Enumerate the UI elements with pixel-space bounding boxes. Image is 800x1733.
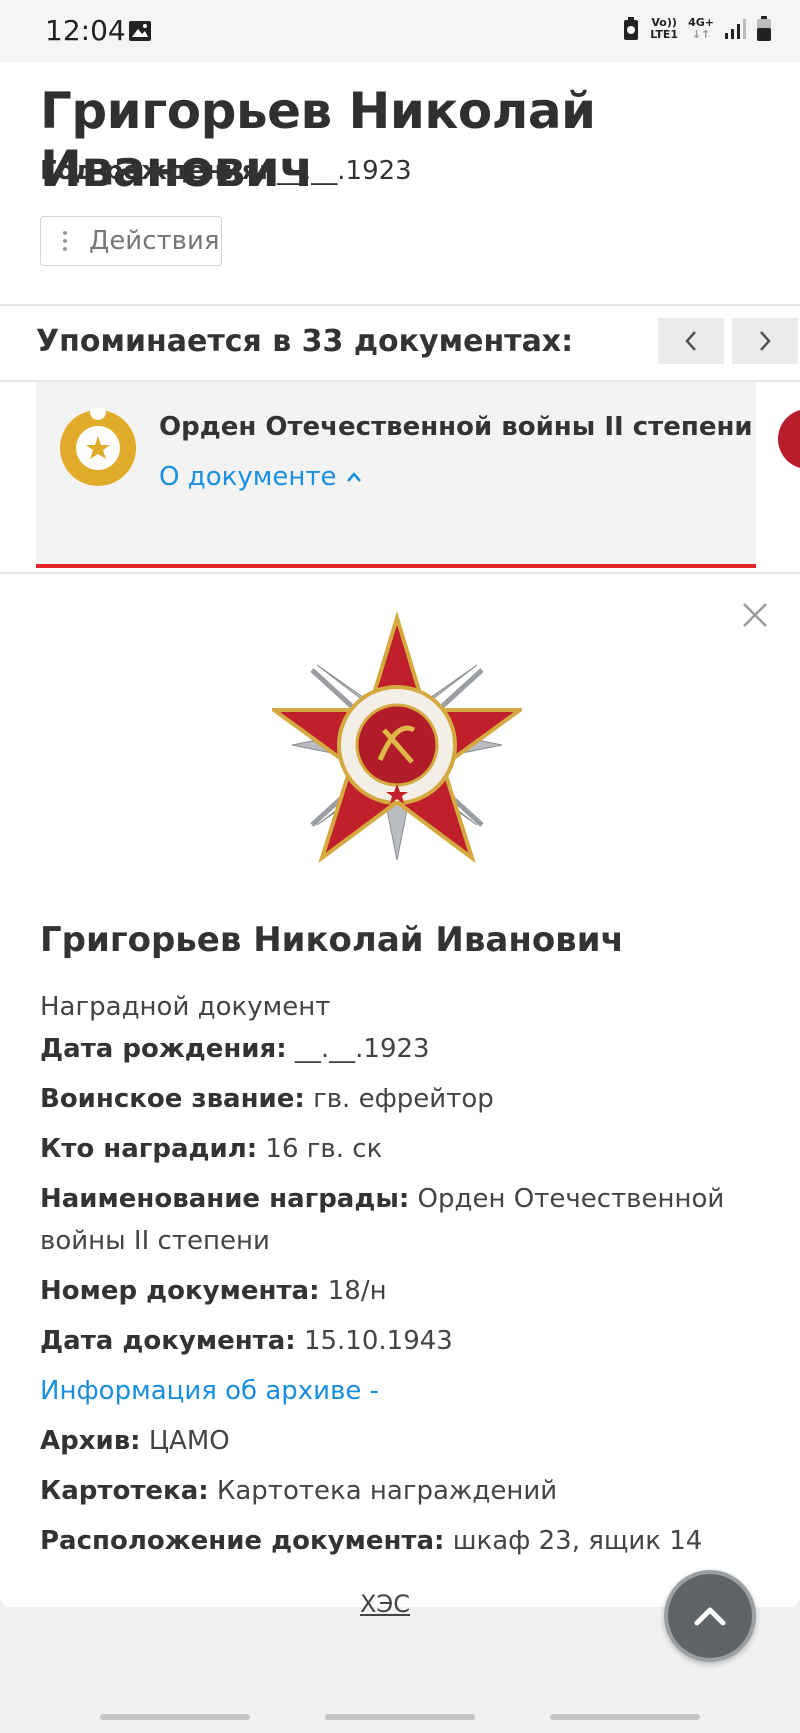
detail-label: Номер документа: <box>40 1276 320 1306</box>
detail-row-doc-date: Дата документа: 15.10.1943 <box>40 1320 760 1362</box>
detail-row-rank: Воинское звание: гв. ефрейтор <box>40 1078 760 1120</box>
battery-icon <box>757 16 771 41</box>
birth-year: Год рождения: __.__.1923 <box>40 156 412 186</box>
detail-label: Картотека: <box>40 1476 209 1506</box>
lte-label: LTE1 <box>650 28 679 41</box>
detail-label: Расположение документа: <box>40 1526 445 1556</box>
detail-value: __.__.1923 <box>294 1034 430 1064</box>
divider <box>0 304 800 306</box>
next-button[interactable] <box>732 318 798 364</box>
detail-row-awarded-by: Кто наградил: 16 гв. ск <box>40 1128 760 1170</box>
chevron-left-icon <box>685 331 696 351</box>
battery-saver-icon <box>624 17 639 40</box>
signal-strength-icon <box>725 19 746 39</box>
detail-row-doc-number: Номер документа: 18/н <box>40 1270 760 1312</box>
detail-person-name: Григорьев Николай Иванович <box>40 920 624 960</box>
network-indicator: Vo)) LTE1 <box>650 17 678 41</box>
detail-value: ЦАМО <box>148 1426 230 1456</box>
chevron-up-icon <box>347 472 362 482</box>
detail-row-award-name: Наименование награды: Орден Отечественно… <box>40 1178 760 1262</box>
doc-type: Наградной документ <box>40 992 331 1022</box>
detail-row-card-index: Картотека: Картотека награждений <box>40 1470 760 1512</box>
chevron-up-icon <box>694 1607 726 1626</box>
signal-type: 4G+ ↓↑ <box>688 17 714 41</box>
image-notification-icon <box>129 21 151 41</box>
detail-value: шкаф 23, ящик 14 <box>452 1526 703 1556</box>
chevron-right-icon <box>760 331 771 351</box>
page-content: Григорьев Николай Иванович Год рождения:… <box>0 62 800 1607</box>
medal-icon <box>60 408 136 486</box>
detail-label: Воинское звание: <box>40 1084 305 1114</box>
background-link-text[interactable]: ХЭС <box>360 1590 410 1618</box>
status-time: 12:04 <box>45 14 126 47</box>
mentions-heading: Упоминается в 33 документах: <box>36 324 574 359</box>
next-card-peek[interactable] <box>778 409 800 469</box>
detail-label: Кто наградил: <box>40 1134 258 1164</box>
active-card-indicator <box>36 564 756 568</box>
detail-value: 16 гв. ск <box>265 1134 383 1164</box>
scroll-to-top-button[interactable] <box>664 1570 756 1662</box>
nav-hint-bar <box>325 1714 475 1720</box>
nav-hint-bar <box>550 1714 700 1720</box>
birth-year-value: __.__.1923 <box>277 156 412 186</box>
document-details: Наградной документ Дата рождения: __.__.… <box>40 986 760 1570</box>
divider <box>0 572 800 574</box>
detail-value: Картотека награждений <box>216 1476 558 1506</box>
status-bar: 12:04 Vo)) LTE1 4G+ ↓↑ <box>0 0 800 62</box>
nav-hint-bar <box>100 1714 250 1720</box>
detail-label: Дата рождения: <box>40 1034 287 1064</box>
prev-button[interactable] <box>658 318 724 364</box>
detail-value: гв. ефрейтор <box>313 1084 494 1114</box>
actions-label: Действия <box>89 226 220 256</box>
archive-info-link[interactable]: Информация об архиве - <box>40 1370 760 1412</box>
detail-row-archive: Архив: ЦАМО <box>40 1420 760 1462</box>
order-medal-image <box>272 611 522 864</box>
detail-label: Наименование награды: <box>40 1184 410 1214</box>
about-document-label: О документе <box>159 462 337 492</box>
close-icon[interactable] <box>740 600 770 630</box>
detail-value: 18/н <box>327 1276 387 1306</box>
status-icons: Vo)) LTE1 4G+ ↓↑ <box>622 16 772 42</box>
document-title: Орден Отечественной войны II степени <box>159 412 753 442</box>
detail-value: 15.10.1943 <box>303 1326 453 1356</box>
about-document-link[interactable]: О документе <box>159 462 362 492</box>
detail-row-birth: Дата рождения: __.__.1923 <box>40 1028 760 1070</box>
document-card[interactable]: Орден Отечественной войны II степени О д… <box>36 382 756 568</box>
actions-button[interactable]: Действия <box>40 216 222 266</box>
birth-year-label: Год рождения: <box>40 156 269 186</box>
detail-label: Архив: <box>40 1426 141 1456</box>
data-arrows-icon: ↓↑ <box>691 28 711 41</box>
more-vertical-icon <box>63 231 69 251</box>
detail-label: Дата документа: <box>40 1326 296 1356</box>
detail-row-location: Расположение документа: шкаф 23, ящик 14 <box>40 1520 760 1562</box>
